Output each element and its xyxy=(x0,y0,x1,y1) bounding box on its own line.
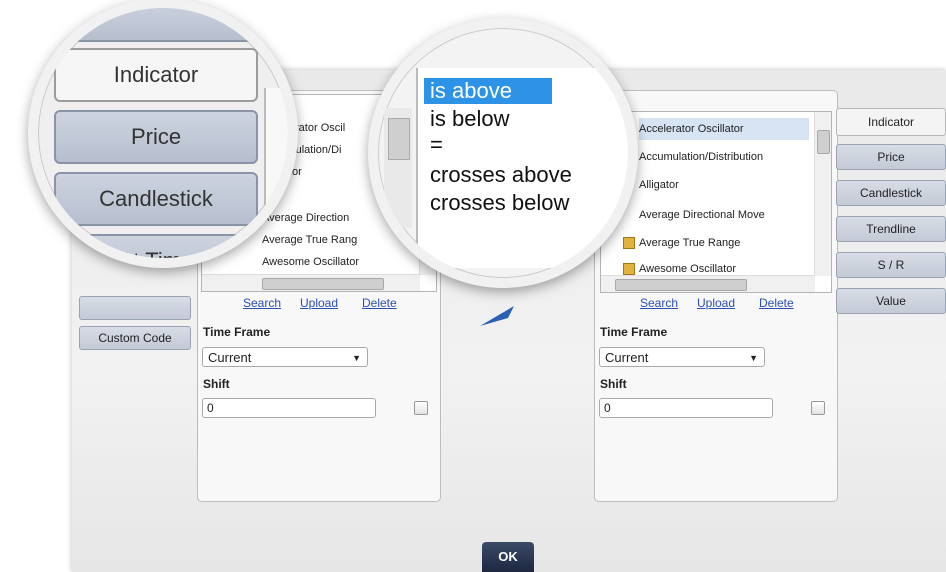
list-item[interactable]: Alligator xyxy=(639,174,679,196)
magnified-tab-candlestick[interactable]: Candlestick xyxy=(54,172,258,226)
list-item[interactable]: Accelerator Oscillator xyxy=(639,118,809,140)
operator-is-below[interactable]: is below xyxy=(430,106,509,132)
tabs-magnifier: Indicator Price Candlestick At Time xyxy=(28,0,298,268)
right-shift-label: Shift xyxy=(600,377,627,391)
tab-hidden-under-magnifier[interactable] xyxy=(79,296,191,320)
left-time-frame-label: Time Frame xyxy=(203,325,271,339)
magnified-tab-price[interactable]: Price xyxy=(54,110,258,164)
right-search-link[interactable]: Search xyxy=(640,296,678,310)
right-time-frame-select[interactable]: Current ▼ xyxy=(599,347,765,367)
tab-indicator[interactable]: Indicator xyxy=(836,108,946,136)
right-time-frame-label: Time Frame xyxy=(600,325,668,339)
tab-value[interactable]: Value xyxy=(836,288,946,314)
magnified-tab-top xyxy=(60,8,254,42)
left-time-frame-select[interactable]: Current ▼ xyxy=(202,347,368,367)
selected-value: Current xyxy=(208,350,252,365)
operator-crosses-above[interactable]: crosses above xyxy=(430,162,572,188)
operator-equals[interactable]: = xyxy=(430,132,443,158)
selected-value: Current xyxy=(605,350,649,365)
arrow-icon xyxy=(480,306,514,326)
operators-magnifier: is above is below = crosses above crosse… xyxy=(368,18,638,288)
right-shift-input[interactable]: 0 xyxy=(599,398,773,418)
chevron-down-icon: ▼ xyxy=(749,353,758,363)
left-list-hscrollbar[interactable] xyxy=(202,274,420,291)
tab-trendline[interactable]: Trendline xyxy=(836,216,946,242)
list-item[interactable]: Accumulation/Distribution xyxy=(639,146,763,168)
left-shift-input[interactable]: 0 xyxy=(202,398,376,418)
hscroll-thumb[interactable] xyxy=(615,279,747,291)
right-upload-link[interactable]: Upload xyxy=(697,296,735,310)
list-item[interactable]: Average True Range xyxy=(623,232,740,254)
list-item-label: Awesome Oscillator xyxy=(639,263,736,275)
left-upload-link[interactable]: Upload xyxy=(300,296,338,310)
tab-price[interactable]: Price xyxy=(836,144,946,170)
operator-crosses-below[interactable]: crosses below xyxy=(430,190,569,216)
right-delete-link[interactable]: Delete xyxy=(759,296,794,310)
right-shift-checkbox[interactable] xyxy=(811,401,825,415)
ok-button[interactable]: OK xyxy=(482,542,534,572)
hscroll-thumb[interactable] xyxy=(262,278,384,290)
chevron-down-icon: ▼ xyxy=(352,353,361,363)
left-search-link[interactable]: Search xyxy=(243,296,281,310)
tab-s-r[interactable]: S / R xyxy=(836,252,946,278)
tab-candlestick[interactable]: Candlestick xyxy=(836,180,946,206)
magnified-operator-list[interactable]: is above is below = crosses above crosse… xyxy=(416,68,628,268)
left-delete-link[interactable]: Delete xyxy=(362,296,397,310)
list-item[interactable]: Average Directional Move xyxy=(639,204,765,226)
left-shift-checkbox[interactable] xyxy=(414,401,428,415)
scroll-thumb xyxy=(388,118,410,160)
left-shift-label: Shift xyxy=(203,377,230,391)
right-list-hscrollbar[interactable] xyxy=(601,275,815,292)
magnified-left-scrollbar xyxy=(384,108,412,228)
right-list-vscrollbar[interactable] xyxy=(814,112,831,276)
magnified-tab-indicator[interactable]: Indicator xyxy=(54,48,258,102)
list-item-label: Average True Range xyxy=(639,237,741,249)
tab-custom-code[interactable]: Custom Code xyxy=(79,326,191,350)
vscroll-thumb[interactable] xyxy=(817,130,830,154)
operator-is-above[interactable]: is above xyxy=(424,78,552,104)
